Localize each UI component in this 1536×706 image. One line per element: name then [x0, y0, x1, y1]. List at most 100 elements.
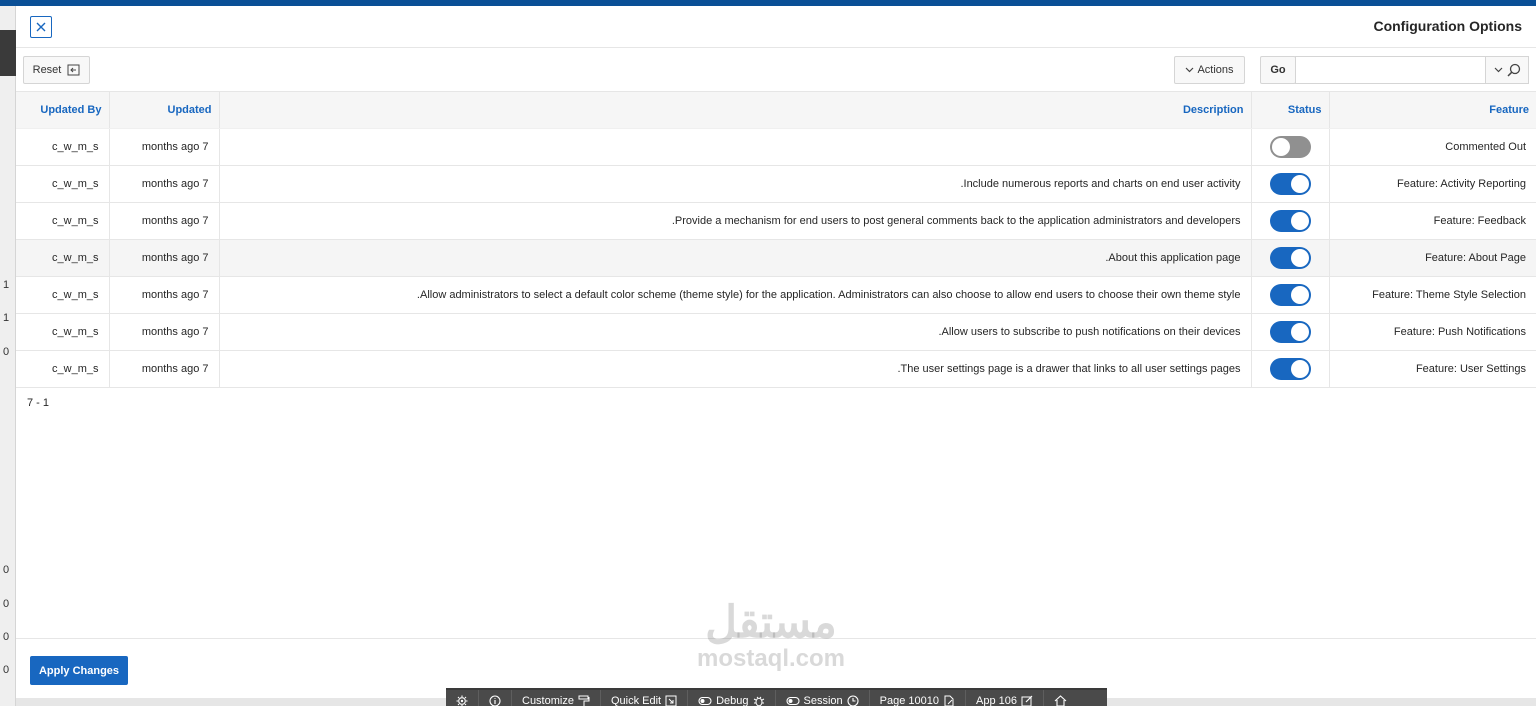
- dev-app-label: App 106: [976, 695, 1017, 706]
- background-number: 0: [3, 346, 10, 358]
- cell-feature: Feature: Activity Reporting: [1329, 165, 1536, 203]
- cell-feature: Feature: User Settings: [1329, 350, 1536, 388]
- page-edit-icon: [944, 695, 954, 706]
- dev-page-label: Page 10010: [879, 695, 940, 706]
- dev-debug-button[interactable]: Debug: [688, 690, 776, 706]
- status-toggle[interactable]: [1269, 135, 1311, 158]
- dev-settings-button[interactable]: [446, 690, 479, 706]
- toggle-knob: [1290, 248, 1309, 267]
- toggle-knob: [1271, 137, 1290, 156]
- cell-status: [1251, 313, 1330, 351]
- developer-toolbar: Customize Quick Edit Debug Session Page …: [446, 688, 1107, 706]
- dev-debug-label: Debug: [716, 695, 749, 706]
- dev-quick-edit-button[interactable]: Quick Edit: [601, 690, 689, 706]
- status-toggle[interactable]: [1269, 209, 1311, 232]
- column-header-updated-by[interactable]: Updated By: [16, 92, 110, 129]
- dev-app-button[interactable]: App 106: [966, 690, 1044, 706]
- dev-session-label: Session: [803, 695, 843, 706]
- cell-updated-by: c_w_m_s: [16, 165, 110, 203]
- toggle-knob: [1290, 322, 1309, 341]
- actions-menu-button[interactable]: Actions: [1174, 56, 1245, 84]
- dev-info-button[interactable]: [479, 690, 512, 706]
- cell-updated-by: c_w_m_s: [16, 276, 110, 314]
- info-icon: [489, 695, 501, 706]
- cell-updated: months ago 7: [109, 202, 220, 240]
- background-number: 0: [3, 664, 10, 676]
- toggle-knob: [1290, 285, 1309, 304]
- search-column-button[interactable]: [1485, 56, 1529, 84]
- cell-updated-by: c_w_m_s: [16, 239, 110, 277]
- cell-status: [1251, 350, 1330, 388]
- table-row: c_w_m_s months ago 7 .The user settings …: [16, 350, 1536, 388]
- table-row: c_w_m_s months ago 7 .Allow administrato…: [16, 276, 1536, 314]
- apply-changes-button[interactable]: Apply Changes: [30, 656, 128, 685]
- status-toggle[interactable]: [1269, 320, 1311, 343]
- cell-updated-by: c_w_m_s: [16, 350, 110, 388]
- dev-session-button[interactable]: Session: [776, 690, 870, 706]
- cell-updated: months ago 7: [109, 350, 220, 388]
- cell-feature: Feature: Theme Style Selection: [1329, 276, 1536, 314]
- background-page-strip: 1 1 0 0 0 0 0: [0, 6, 16, 706]
- pagination-range: 7 - 1: [27, 397, 50, 409]
- cell-updated: months ago 7: [109, 276, 220, 314]
- status-toggle[interactable]: [1269, 357, 1311, 380]
- cell-description: .Include numerous reports and charts on …: [219, 165, 1252, 203]
- cell-status: [1251, 128, 1330, 166]
- background-dark-panel: [0, 30, 16, 76]
- search-icon: [1506, 63, 1520, 77]
- table-row: c_w_m_s months ago 7 .Provide a mechanis…: [16, 202, 1536, 240]
- table-row: c_w_m_s months ago 7 .Include numerous r…: [16, 165, 1536, 203]
- background-number: 0: [3, 598, 10, 610]
- cell-status: [1251, 165, 1330, 203]
- chevron-down-icon: [1494, 67, 1502, 73]
- search-input[interactable]: [1295, 56, 1485, 84]
- background-number: 0: [3, 631, 10, 643]
- status-toggle[interactable]: [1269, 246, 1311, 269]
- edit-icon: [1021, 695, 1033, 706]
- reset-icon: [67, 64, 80, 76]
- cell-description: [219, 128, 1252, 166]
- home-icon: [1054, 695, 1067, 706]
- cell-updated-by: c_w_m_s: [16, 313, 110, 351]
- background-number: 1: [3, 279, 10, 291]
- gear-icon: [456, 695, 468, 706]
- table-header-row: Updated By Updated Description Status Fe…: [16, 92, 1536, 129]
- background-number: 0: [3, 564, 10, 576]
- configuration-table: Updated By Updated Description Status Fe…: [16, 92, 1536, 388]
- dev-page-button[interactable]: Page 10010: [870, 690, 967, 706]
- close-button[interactable]: [30, 16, 52, 38]
- dev-customize-label: Customize: [522, 695, 574, 706]
- status-toggle[interactable]: [1269, 172, 1311, 195]
- cell-updated: months ago 7: [109, 313, 220, 351]
- column-header-status[interactable]: Status: [1251, 92, 1330, 129]
- cell-updated: months ago 7: [109, 128, 220, 166]
- cell-feature: Feature: Feedback: [1329, 202, 1536, 240]
- configuration-dialog: Configuration Options Reset Actions Go U…: [16, 6, 1536, 698]
- cell-description: .About this application page: [219, 239, 1252, 277]
- cell-description: .Allow administrators to select a defaul…: [219, 276, 1252, 314]
- chevron-down-icon: [1186, 67, 1194, 73]
- cell-updated: months ago 7: [109, 239, 220, 277]
- reset-button-label: Reset: [32, 64, 62, 76]
- quick-edit-icon: [665, 695, 677, 706]
- toggle-icon: [785, 696, 800, 706]
- dev-home-button[interactable]: [1044, 690, 1077, 706]
- table-row: c_w_m_s months ago 7 .Allow users to sub…: [16, 313, 1536, 351]
- column-header-updated[interactable]: Updated: [109, 92, 220, 129]
- cell-updated: months ago 7: [109, 165, 220, 203]
- toggle-icon: [698, 696, 712, 706]
- actions-button-label: Actions: [1197, 64, 1234, 76]
- background-number: 1: [3, 312, 10, 324]
- paint-roller-icon: [578, 695, 590, 706]
- table-row: c_w_m_s months ago 7 .About this applica…: [16, 239, 1536, 277]
- column-header-feature[interactable]: Feature: [1329, 92, 1536, 129]
- reset-button[interactable]: Reset: [23, 56, 90, 84]
- cell-description: .The user settings page is a drawer that…: [219, 350, 1252, 388]
- report-toolbar: Reset Actions Go: [16, 48, 1536, 92]
- cell-status: [1251, 202, 1330, 240]
- dev-customize-button[interactable]: Customize: [512, 690, 601, 706]
- column-header-description[interactable]: Description: [219, 92, 1252, 129]
- cell-description: .Provide a mechanism for end users to po…: [219, 202, 1252, 240]
- go-button[interactable]: Go: [1260, 56, 1296, 84]
- status-toggle[interactable]: [1269, 283, 1311, 306]
